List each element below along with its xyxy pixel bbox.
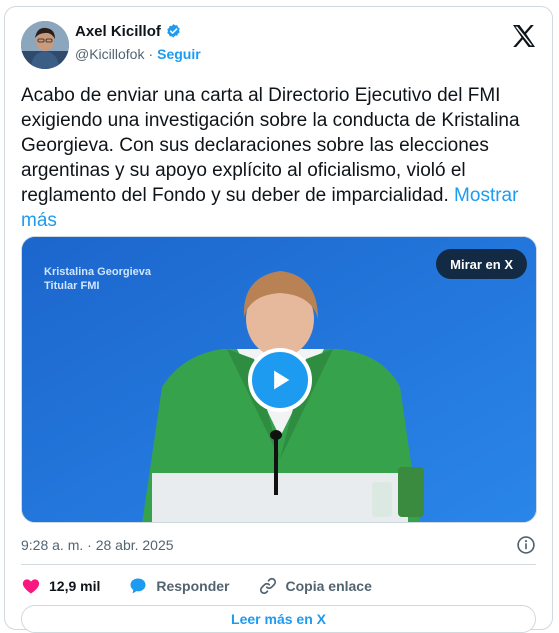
like-button[interactable]: 12,9 mil — [21, 576, 100, 596]
reply-button[interactable]: Responder — [128, 576, 230, 596]
play-icon — [274, 370, 290, 390]
read-more-button[interactable]: Leer más en X — [21, 605, 536, 633]
name-row: Axel Kicillof — [75, 23, 182, 40]
watch-on-x-button[interactable]: Mirar en X — [436, 249, 527, 279]
follow-button[interactable]: Seguir — [157, 46, 201, 62]
caption-title: Titular FMI — [44, 280, 100, 292]
play-button[interactable] — [248, 348, 312, 412]
copy-link-button[interactable]: Copia enlace — [258, 576, 372, 596]
handle-row: @Kicillofok · Seguir — [75, 46, 201, 62]
tweet-card: Axel Kicillof @Kicillofok · Seguir Acabo… — [4, 6, 553, 633]
separator-dot: · — [148, 46, 154, 62]
tweet-timestamp[interactable]: 9:28 a. m. · 28 abr. 2025 — [21, 537, 174, 553]
reply-label: Responder — [156, 578, 230, 594]
tweet-text: Acabo de enviar una carta al Directorio … — [21, 83, 536, 233]
caption-name: Kristalina Georgieva — [44, 266, 151, 278]
author-name[interactable]: Axel Kicillof — [75, 23, 161, 40]
link-icon — [259, 577, 276, 595]
avatar[interactable] — [21, 21, 69, 69]
x-logo-icon[interactable] — [512, 25, 536, 52]
heart-icon — [22, 579, 40, 594]
avatar-image — [21, 21, 69, 69]
tweet-header: Axel Kicillof @Kicillofok · Seguir — [21, 21, 536, 69]
tweet-body: Acabo de enviar una carta al Directorio … — [21, 85, 520, 206]
like-count: 12,9 mil — [49, 578, 101, 594]
action-bar: 12,9 mil Responder Copia enlace — [21, 573, 400, 599]
reply-icon — [130, 578, 146, 594]
author-handle[interactable]: @Kicillofok — [75, 46, 144, 62]
verified-badge-icon — [165, 23, 182, 40]
divider — [21, 564, 536, 565]
video-player[interactable]: Kristalina Georgieva Titular FMI Mirar e… — [21, 236, 537, 523]
copy-link-label: Copia enlace — [285, 578, 372, 594]
info-icon[interactable] — [516, 535, 536, 560]
video-caption: Kristalina Georgieva Titular FMI — [44, 265, 151, 293]
